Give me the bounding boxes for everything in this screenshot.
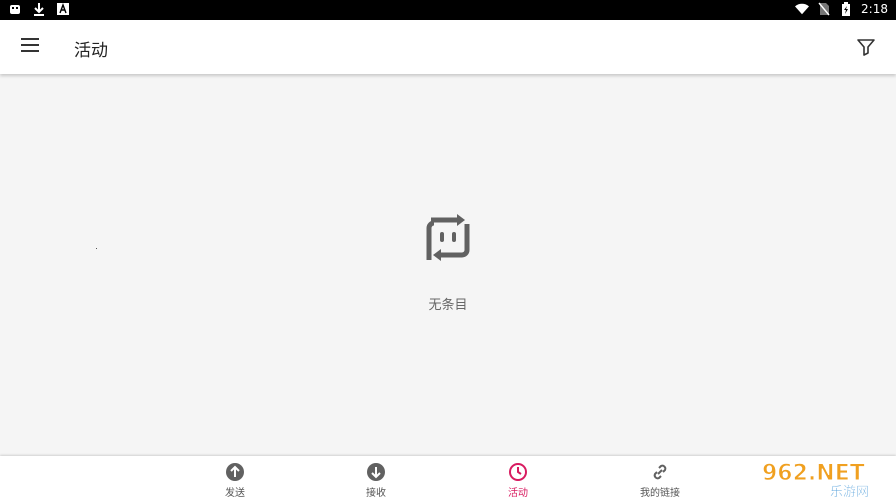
nav-activity[interactable]: 活动 [478,462,558,499]
nav-send[interactable]: 发送 [195,462,275,499]
nav-my-links-label: 我的链接 [640,488,680,499]
status-right: 2:18 [795,2,888,16]
empty-state: 无条目 [0,210,896,313]
link-icon [650,462,670,482]
empty-state-label: 无条目 [428,298,468,313]
no-sim-icon [817,2,831,16]
filter-icon[interactable] [856,37,876,57]
nav-receive-label: 接收 [366,488,386,499]
watermark-brand: 962.NET [762,461,865,486]
menu-icon[interactable] [21,38,39,52]
download-icon [32,2,46,16]
arrow-down-circle-icon [366,462,386,482]
battery-icon [839,2,853,16]
watermark-logo: 962.NET 乐游网 [760,458,890,501]
status-bar: 2:18 [0,0,896,20]
nav-activity-label: 活动 [508,488,528,499]
nav-receive[interactable]: 接收 [336,462,416,499]
page-title: 活动 [74,41,108,61]
status-time: 2:18 [861,2,888,16]
app-bar: 活动 [0,20,896,74]
wifi-icon [795,2,810,16]
arrow-up-circle-icon [225,462,245,482]
bug-icon [8,2,22,16]
chat-sync-icon [421,210,475,270]
status-left-icons [8,2,70,16]
a-icon [56,2,70,16]
watermark-subtitle: 乐游网 [830,485,869,498]
clock-icon [508,462,528,482]
nav-my-links[interactable]: 我的链接 [620,462,700,499]
nav-send-label: 发送 [225,488,245,499]
